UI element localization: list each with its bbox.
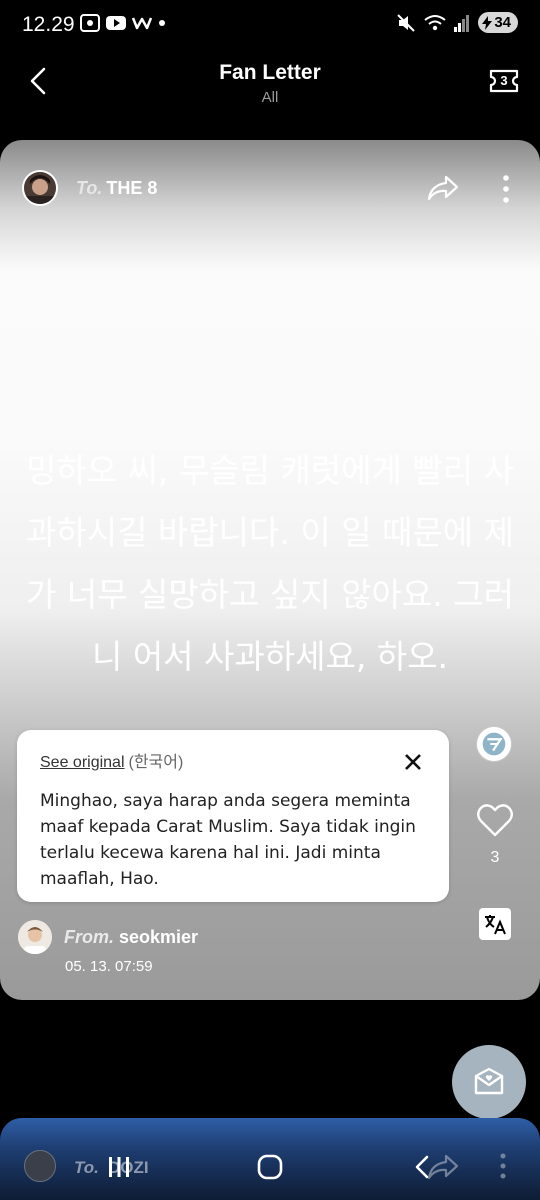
battery-level: 34 xyxy=(494,14,511,31)
sender-avatar-image xyxy=(18,920,52,954)
original-language: (한국어) xyxy=(128,754,184,771)
recipient-avatar[interactable] xyxy=(22,170,58,206)
ticket-button[interactable]: 3 xyxy=(488,67,520,95)
see-original-link[interactable]: See original xyxy=(40,754,125,771)
youtube-icon xyxy=(106,16,126,30)
recipient-name: THE 8 xyxy=(106,177,158,198)
close-icon[interactable] xyxy=(403,752,423,772)
next-to-label: To. xyxy=(74,1158,99,1177)
sender-avatar[interactable] xyxy=(18,920,52,954)
to-label: To. xyxy=(76,177,103,198)
home-icon[interactable] xyxy=(257,1154,283,1180)
next-share-icon[interactable] xyxy=(426,1154,460,1180)
more-vertical-icon[interactable] xyxy=(498,174,514,204)
sender-name[interactable]: seokmier xyxy=(119,927,198,948)
sender-row: From. seokmier xyxy=(18,920,198,954)
nav-back-icon[interactable] xyxy=(413,1155,431,1179)
page-title: Fan Letter xyxy=(219,61,321,84)
letter-date: 05. 13. 07:59 xyxy=(65,958,153,975)
status-system-icons: 34 xyxy=(396,12,518,33)
see-original-row: See original (한국어) xyxy=(40,748,183,772)
mute-icon xyxy=(397,13,416,32)
title-block: Fan Letter All xyxy=(0,61,540,106)
next-more-vertical-icon[interactable] xyxy=(496,1152,510,1180)
status-time: 12.29 xyxy=(22,13,75,36)
charging-icon xyxy=(482,15,493,30)
battery-indicator: 34 xyxy=(478,12,518,33)
from-label: From. xyxy=(64,926,115,947)
ticket-count: 3 xyxy=(500,73,508,88)
letterbox-fab[interactable] xyxy=(452,1045,526,1119)
screenshot-icon xyxy=(80,14,100,32)
share-icon[interactable] xyxy=(426,174,460,202)
letterbox-icon xyxy=(474,1067,504,1095)
next-recipient-avatar xyxy=(24,1150,56,1182)
translate-button[interactable] xyxy=(479,908,511,940)
letter-original-text: 밍하오 씨, 무슬림 캐럿에게 빨리 사과하시길 바랍니다. 이 일 때문에 제… xyxy=(26,451,514,676)
app-header: Fan Letter All 3 xyxy=(0,55,540,115)
translation-text: Minghao, saya harap anda segera meminta … xyxy=(40,791,416,889)
signal-icon xyxy=(454,14,470,32)
recent-apps-icon[interactable] xyxy=(106,1156,132,1178)
fan-letter-card[interactable]: To. THE 8 밍하오 씨, 무슬림 캐럿에게 빨리 사과하시길 바랍니다.… xyxy=(0,140,540,1000)
translate-icon xyxy=(485,915,506,935)
translation-popup: See original (한국어) Minghao, saya harap an… xyxy=(17,730,449,902)
status-notification-icons xyxy=(80,14,166,32)
weverse-icon xyxy=(132,17,152,30)
page-subtitle: All xyxy=(261,89,279,106)
status-bar: 12.29 34 xyxy=(0,0,540,50)
recipient-row: To. THE 8 xyxy=(22,170,157,206)
recipient-avatar-image xyxy=(24,172,56,204)
like-count: 3 xyxy=(490,849,500,866)
dot-icon xyxy=(159,20,165,26)
wifi-icon xyxy=(424,14,446,30)
heart-icon[interactable] xyxy=(476,802,514,838)
seventeen-logo-icon[interactable] xyxy=(476,726,512,762)
